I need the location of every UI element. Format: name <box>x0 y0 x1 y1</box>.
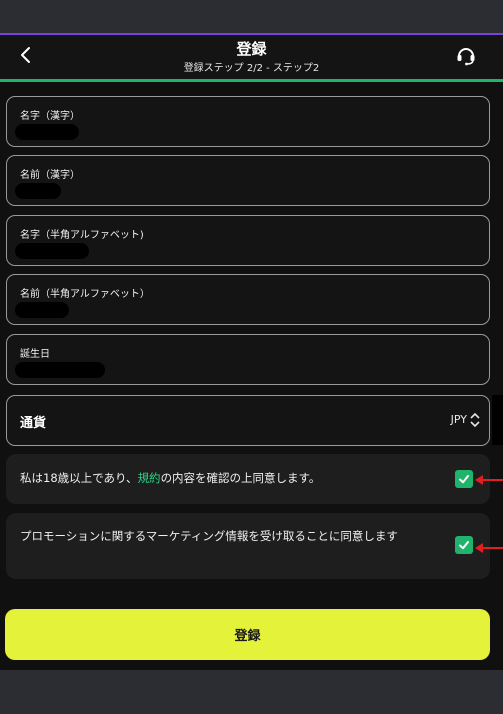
birthdate-field[interactable]: 誕生日 <box>6 334 490 385</box>
field-label: 名前（半角アルファベット） <box>20 289 150 300</box>
up-down-chevron-icon <box>470 412 480 428</box>
headset-icon <box>457 48 475 66</box>
marketing-consent-text: プロモーションに関するマーケティング情報を受け取ることに同意します <box>20 529 398 543</box>
support-button[interactable] <box>452 41 480 69</box>
first-name-kanji-field[interactable]: 名前（漢字） <box>6 155 490 206</box>
redacted-value <box>15 362 105 378</box>
checkmark-icon <box>459 541 469 550</box>
age-consent-row: 私は18歳以上であり、規約の内容を確認の上同意します。 <box>6 454 490 504</box>
currency-select[interactable]: 通貨 JPY <box>6 395 490 446</box>
field-label: 誕生日 <box>20 349 50 360</box>
field-label: 名前（漢字） <box>20 170 80 181</box>
field-label: 名字（半角アルファベット) <box>20 230 144 241</box>
marketing-consent-row: プロモーションに関するマーケティング情報を受け取ることに同意します <box>6 513 490 579</box>
page-title: 登録 <box>236 40 267 58</box>
edge-overlay <box>492 395 503 445</box>
redacted-value <box>15 183 61 199</box>
last-name-alphabet-field[interactable]: 名字（半角アルファベット) <box>6 215 490 266</box>
annotation-arrow-icon <box>475 543 503 553</box>
header-bar: 登録 登録ステップ 2/2 - ステップ2 <box>0 35 503 79</box>
bottom-frame <box>0 670 503 714</box>
field-label: 名字（漢字） <box>20 111 80 122</box>
first-name-alphabet-field[interactable]: 名前（半角アルファベット） <box>6 274 490 325</box>
checkmark-icon <box>459 475 469 484</box>
age-consent-text-part: 私は18歳以上であり、 <box>20 471 138 485</box>
marketing-consent-checkbox[interactable] <box>455 536 473 554</box>
terms-link[interactable]: 規約 <box>138 471 161 485</box>
redacted-value <box>15 302 69 318</box>
last-name-kanji-field[interactable]: 名字（漢字） <box>6 96 490 147</box>
redacted-value <box>15 124 79 140</box>
age-consent-text-part: の内容を確認の上同意します。 <box>160 471 321 485</box>
step-indicator: 登録ステップ 2/2 - ステップ2 <box>183 63 320 74</box>
top-frame <box>0 0 503 33</box>
age-consent-checkbox[interactable] <box>455 470 473 488</box>
annotation-arrow-icon <box>475 475 503 485</box>
redacted-value <box>15 243 89 259</box>
progress-bar <box>0 79 503 82</box>
currency-label: 通貨 <box>20 416 47 431</box>
registration-screen: 登録 登録ステップ 2/2 - ステップ2 名字（漢字） 名前（漢字） 名字（半… <box>0 35 503 670</box>
currency-value: JPY <box>450 413 467 426</box>
register-button[interactable]: 登録 <box>5 609 490 660</box>
age-consent-text: 私は18歳以上であり、規約の内容を確認の上同意します。 <box>20 470 450 487</box>
